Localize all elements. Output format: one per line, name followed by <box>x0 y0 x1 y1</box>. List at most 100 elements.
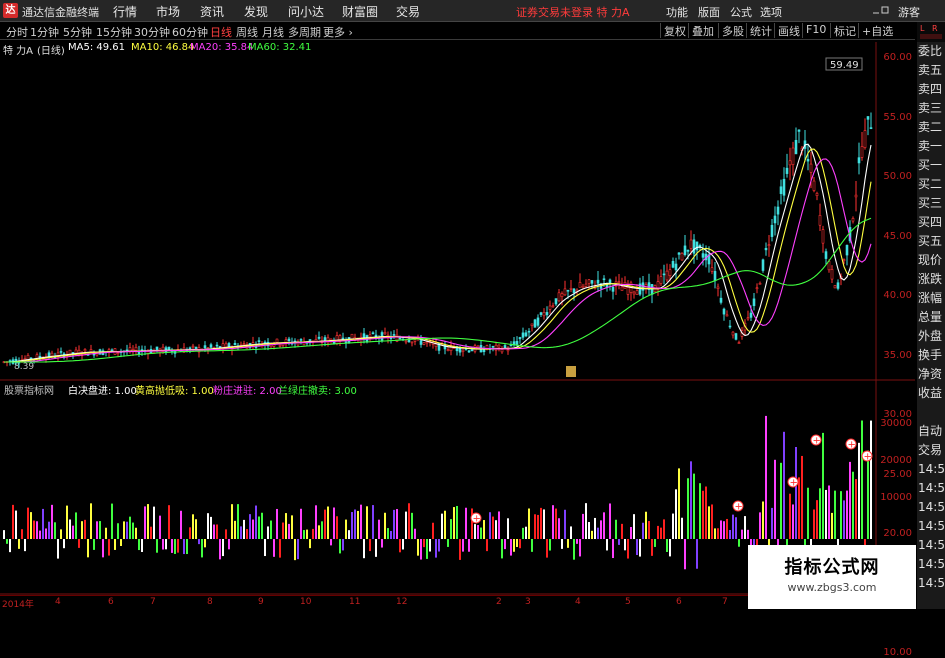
candle <box>788 160 792 166</box>
indicator-bar <box>708 506 710 539</box>
period-timeshare[interactable]: 分时 <box>6 24 28 40</box>
indicator-bar <box>834 490 836 539</box>
indicator-bar <box>498 511 500 539</box>
date-tick-label: 12 <box>396 597 408 607</box>
window-controls-icon[interactable] <box>870 3 890 18</box>
candle <box>422 342 426 345</box>
candle <box>491 346 495 348</box>
indicator-pink: 粉庄进驻: 2.00 <box>213 386 282 397</box>
price-tick-label: 10.00 <box>883 647 912 658</box>
candle <box>572 288 576 293</box>
candle <box>767 244 771 246</box>
svg-text:R: R <box>932 24 938 33</box>
candle <box>503 345 507 348</box>
period-weekly[interactable]: 周线 <box>236 24 258 40</box>
btn-add-watchlist[interactable]: +自选 <box>858 23 908 38</box>
period-15min[interactable]: 15分钟 <box>96 24 132 40</box>
indicator-bar <box>723 521 725 539</box>
menu-quotes[interactable]: 行情 <box>113 3 137 20</box>
menu-wealth[interactable]: 财富圈 <box>342 3 378 20</box>
indicator-bar <box>33 520 35 539</box>
indicator-bar <box>819 488 821 539</box>
indicator-bar <box>861 420 863 539</box>
indicator-bar <box>390 530 392 539</box>
candle <box>155 346 159 351</box>
date-tick-label: 11 <box>349 597 361 607</box>
btn-multi-stock[interactable]: 多股 <box>718 23 746 38</box>
indicator-bar <box>657 525 659 539</box>
menu-ask[interactable]: 问小达 <box>288 3 324 20</box>
indicator-bar <box>741 529 743 539</box>
menu-function[interactable]: 功能 <box>666 4 688 20</box>
btn-adjust[interactable]: 复权 <box>660 23 688 38</box>
sidebar-item: 卖二 <box>918 120 943 134</box>
btn-stats[interactable]: 统计 <box>746 23 774 38</box>
indicator-bar <box>453 507 455 539</box>
sidebar-item: 卖五 <box>918 63 943 77</box>
indicator-tick-label: 20000 <box>880 455 912 466</box>
indicator-bar <box>783 431 785 539</box>
menu-trade[interactable]: 交易 <box>396 3 420 20</box>
indicator-bar <box>654 539 656 547</box>
period-multi[interactable]: 多周期 <box>288 24 321 40</box>
price-chart[interactable]: 59.49 8.39 + + + + + + <box>0 42 915 595</box>
indicator-bar <box>807 487 809 539</box>
period-30min[interactable]: 30分钟 <box>134 24 170 40</box>
indicator-bar <box>459 539 461 560</box>
indicator-bar <box>324 509 326 539</box>
candle <box>731 331 735 336</box>
indicator-bar <box>609 503 611 539</box>
indicator-bar <box>201 539 203 558</box>
btn-draw[interactable]: 画线 <box>774 23 802 38</box>
indicator-bar <box>165 539 167 550</box>
indicator-bar <box>420 539 422 560</box>
candle <box>716 286 720 289</box>
sidebar-item: 外盘 <box>918 329 943 343</box>
period-monthly[interactable]: 月线 <box>262 24 284 40</box>
candle <box>557 292 561 302</box>
menu-news[interactable]: 资讯 <box>200 3 224 20</box>
indicator-bar <box>696 539 698 569</box>
candle <box>542 312 546 317</box>
indicator-bar <box>156 539 158 553</box>
candle <box>719 297 723 303</box>
indicator-bar <box>600 520 602 539</box>
candle <box>602 278 606 281</box>
candle <box>815 193 819 197</box>
period-60min[interactable]: 60分钟 <box>172 24 208 40</box>
sidebar-toggle-icon[interactable]: L R <box>917 22 945 42</box>
candle <box>833 285 837 289</box>
indicator-bar <box>162 539 164 550</box>
guest-label[interactable]: 游客 <box>898 4 920 20</box>
sidebar-item: 14:50 <box>918 576 945 590</box>
menu-discover[interactable]: 发现 <box>244 3 268 20</box>
btn-overlay[interactable]: 叠加 <box>688 23 718 38</box>
menu-layout[interactable]: 版面 <box>698 4 720 20</box>
btn-mark[interactable]: 标记 <box>830 23 858 38</box>
indicator-bar <box>435 539 437 558</box>
indicator-bar <box>570 526 572 539</box>
period-more[interactable]: 更多 › <box>323 24 353 40</box>
indicator-bar <box>51 504 53 539</box>
btn-f10[interactable]: F10 <box>802 23 830 38</box>
candle <box>752 298 756 307</box>
indicator-bar <box>444 510 446 539</box>
period-5min[interactable]: 5分钟 <box>63 24 92 40</box>
date-tick-label: 6 <box>108 597 114 607</box>
candle <box>662 273 666 276</box>
period-1min[interactable]: 1分钟 <box>30 24 59 40</box>
indicator-bar <box>423 539 425 548</box>
menu-formula[interactable]: 公式 <box>730 4 752 20</box>
candle <box>851 218 855 222</box>
indicator-bar <box>18 539 20 549</box>
indicator-bar <box>798 477 800 539</box>
menu-options[interactable]: 选项 <box>760 4 782 20</box>
indicator-bar <box>411 512 413 539</box>
sidebar-item: 涨幅 <box>918 291 943 305</box>
indicator-bar <box>369 539 371 552</box>
candle <box>371 332 375 335</box>
indicator-bar <box>762 501 764 539</box>
menu-market[interactable]: 市场 <box>156 3 180 20</box>
period-daily[interactable]: 日线 <box>210 24 232 40</box>
signal-marker-label: + <box>790 478 798 489</box>
